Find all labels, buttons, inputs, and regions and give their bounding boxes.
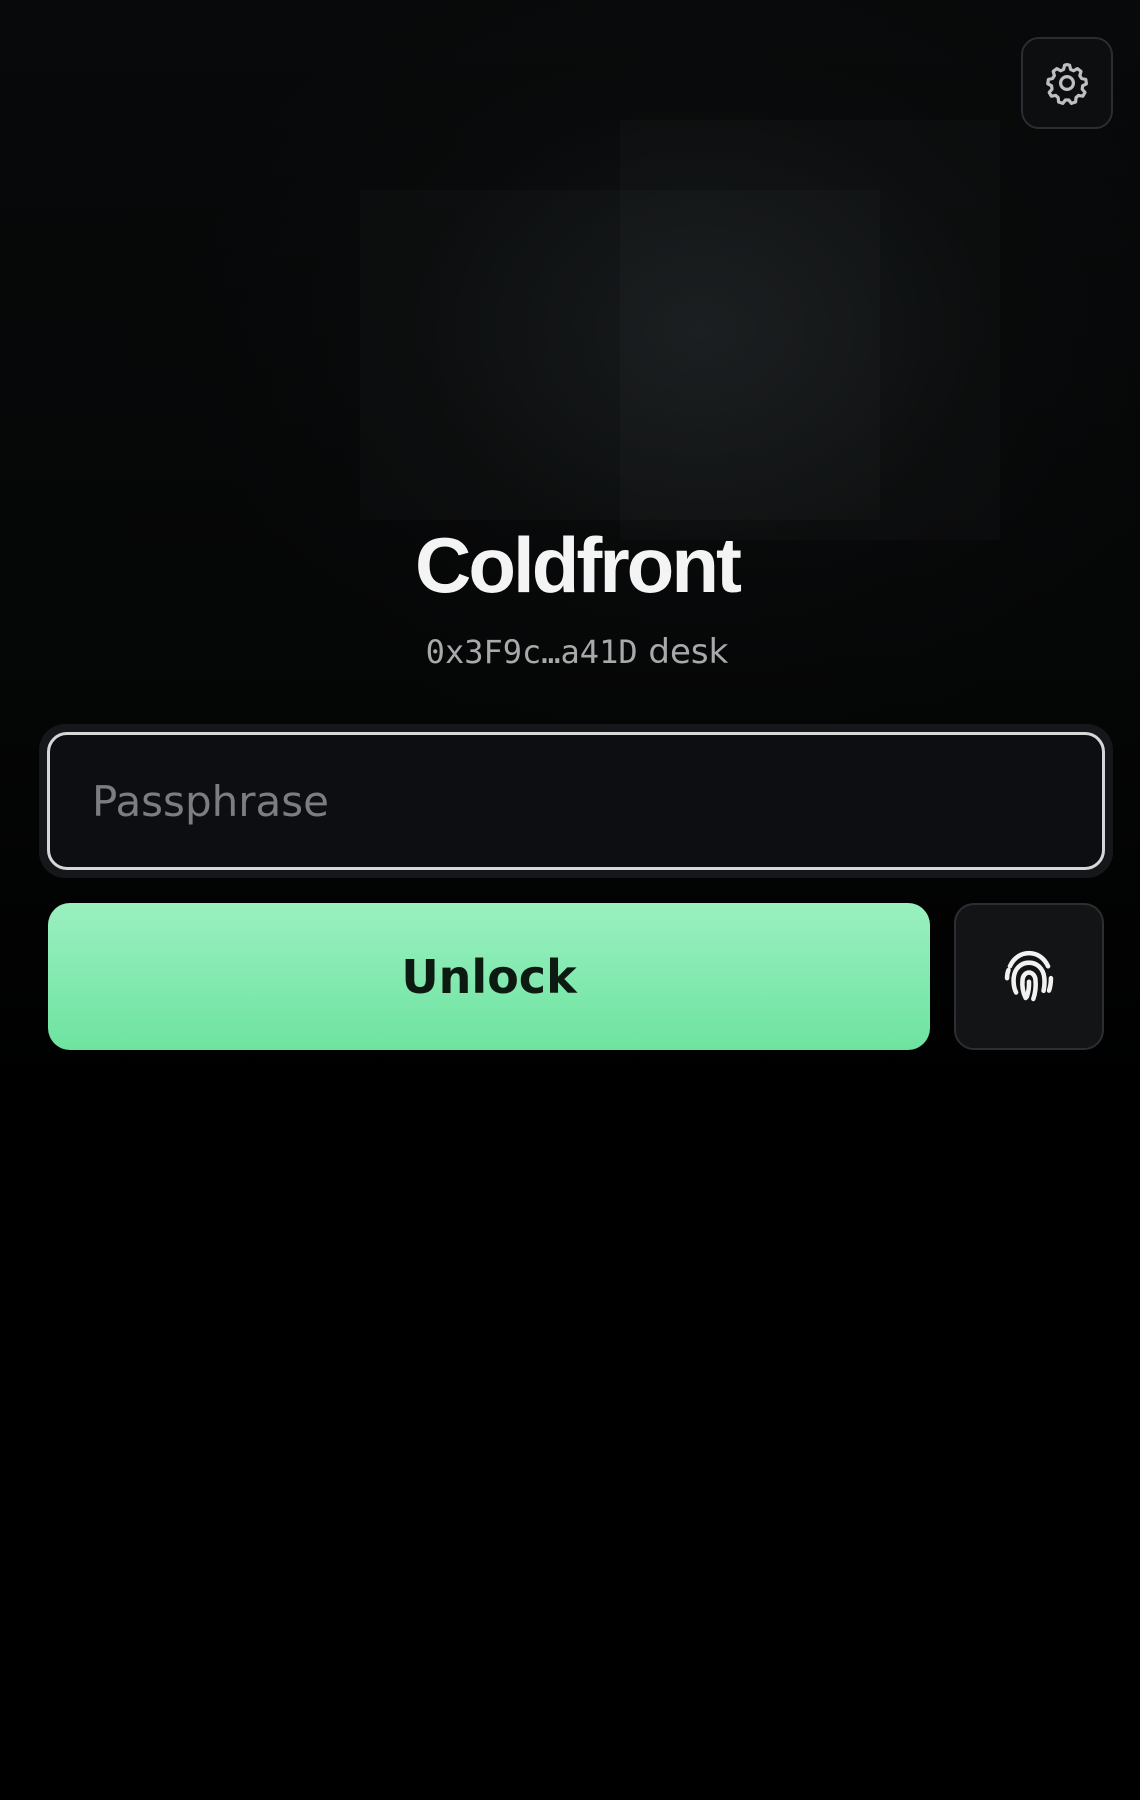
wallet-subtitle: 0x3F9c…a41D desk (0, 630, 1140, 674)
unlock-button-label: Unlock (401, 949, 577, 1004)
background (0, 0, 1140, 1800)
gear-icon (1046, 62, 1088, 105)
app-title: Coldfront (415, 521, 742, 609)
fingerprint-icon (1004, 950, 1054, 1001)
settings-button[interactable] (1021, 37, 1113, 129)
passphrase-input[interactable] (47, 732, 1105, 870)
biometric-unlock-button[interactable] (954, 903, 1104, 1050)
wallet-label: desk (648, 632, 729, 672)
wallet-address: 0x3F9c…a41D (425, 633, 638, 671)
background-shade (620, 120, 1000, 540)
passphrase-field-container (39, 724, 1113, 878)
unlock-button[interactable]: Unlock (48, 903, 930, 1050)
